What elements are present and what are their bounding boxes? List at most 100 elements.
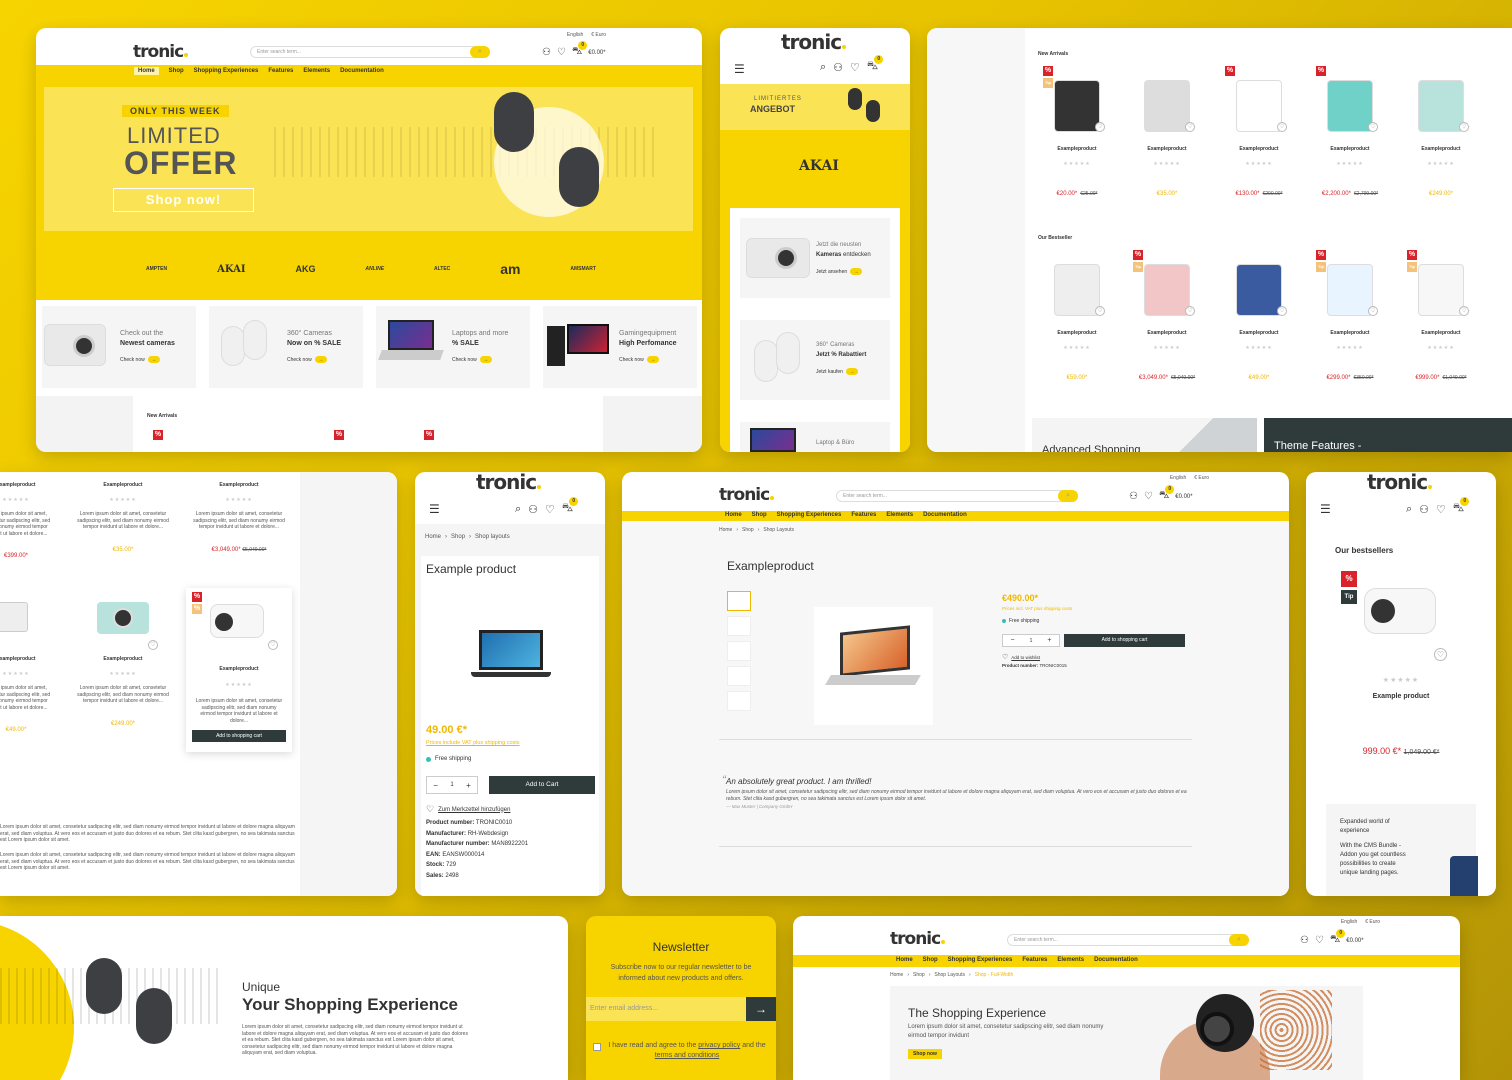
search-input[interactable]: Enter search term... ⌕ <box>836 490 1078 502</box>
product-card[interactable]: Exampleproduct ★★★★★ Lorem ipsum dolor s… <box>190 482 288 553</box>
nav-home[interactable]: Home <box>725 512 742 518</box>
nav-shopping-experiences[interactable]: Shopping Experiences <box>777 512 842 518</box>
breadcrumb-item[interactable]: Shop layouts <box>475 534 510 540</box>
menu-icon[interactable]: ☰ <box>429 502 440 516</box>
cart-icon[interactable]: ⛍ 0 <box>867 55 884 74</box>
brand-logo[interactable]: am <box>500 261 520 277</box>
minus-icon[interactable]: − <box>1011 637 1015 644</box>
account-icon[interactable]: ⚇ <box>1300 935 1309 946</box>
account-icon[interactable]: ⚇ <box>528 503 538 516</box>
product-card[interactable]: ♡ Exampleproduct ★★★★★ €59.00* <box>1031 252 1123 381</box>
thumbnail[interactable] <box>727 641 751 661</box>
account-icon[interactable]: ⚇ <box>1419 503 1429 516</box>
akai-logo[interactable]: AKAI <box>799 158 839 174</box>
brand-logo[interactable]: ANLINE <box>365 266 384 272</box>
cart-icon[interactable]: ⛍ 0 <box>1453 497 1470 516</box>
wishlist-link[interactable]: ♡ Add to wishlist <box>1002 653 1040 661</box>
wishlist-icon[interactable]: ♡ <box>1144 491 1153 502</box>
nav-documentation[interactable]: Documentation <box>340 68 384 74</box>
logo[interactable]: tronic <box>1367 472 1432 494</box>
promo-tile[interactable]: 360° Cameras Jetzt % Rabattiert Jetzt ka… <box>740 320 890 400</box>
currency-select[interactable]: € Euro <box>1194 475 1209 481</box>
search-icon[interactable]: ⌕ <box>1406 503 1412 516</box>
breadcrumb-item[interactable]: Shop <box>451 534 465 540</box>
thumbnail[interactable] <box>727 591 751 611</box>
nav-home[interactable]: Home <box>134 67 159 75</box>
menu-icon[interactable]: ☰ <box>1320 502 1331 516</box>
product-card[interactable]: Exampleproduct ★★★★★ Lorem ipsum dolor s… <box>0 602 56 733</box>
wishlist-icon[interactable]: ♡ <box>1277 306 1287 316</box>
promo-tile[interactable]: Laptop & Büro <box>740 422 890 452</box>
theme-features-banner[interactable]: Theme Features - <box>1264 418 1512 452</box>
add-to-cart-button[interactable]: Add to shopping cart <box>192 730 286 742</box>
search-icon[interactable]: ⌕ <box>820 61 826 74</box>
thumbnail[interactable] <box>727 691 751 711</box>
logo[interactable]: tronic <box>890 929 945 949</box>
product-card[interactable]: ♡ Exampleproduct ★★★★★ €2,200.00* €2,799.00* <box>1304 68 1396 197</box>
privacy-checkbox[interactable] <box>593 1043 601 1051</box>
hero-shop-now-button[interactable]: Shop now! <box>113 188 254 212</box>
logo[interactable]: tronic <box>781 30 846 54</box>
language-select[interactable]: English <box>1341 919 1357 925</box>
breadcrumb-item[interactable]: Shop <box>742 527 754 533</box>
subscribe-button[interactable]: → <box>746 997 776 1021</box>
privacy-link[interactable]: privacy policy <box>698 1042 740 1049</box>
search-icon[interactable]: ⌕ <box>1229 934 1249 946</box>
email-field[interactable]: Enter email address... <box>586 997 746 1021</box>
wishlist-icon[interactable]: ♡ <box>1095 122 1105 132</box>
nav-shop[interactable]: Shop <box>923 957 938 963</box>
product-card[interactable]: ♡ Exampleproduct ★★★★★ €130.00* €200.00* <box>1213 68 1305 197</box>
search-input[interactable]: Enter search term... ⌕ <box>1007 934 1249 946</box>
promo-tile[interactable]: Check out the Newest cameras Check now → <box>42 306 196 388</box>
cart-icon[interactable]: ⛍ 0 <box>1330 929 1346 947</box>
wishlist-icon[interactable]: ♡ <box>1368 122 1378 132</box>
search-icon[interactable]: ⌕ <box>515 503 521 516</box>
nav-elements[interactable]: Elements <box>303 68 330 74</box>
breadcrumb-item[interactable]: Home <box>890 972 903 978</box>
promo-tile[interactable]: 360° Cameras Now on % SALE Check now → <box>209 306 363 388</box>
nav-features[interactable]: Features <box>268 68 293 74</box>
breadcrumb-item[interactable]: Shop <box>913 972 925 978</box>
thumbnail[interactable] <box>727 666 751 686</box>
cart-icon[interactable]: ⛍ 0 <box>572 41 588 59</box>
promo-link[interactable]: Check now → <box>287 356 327 363</box>
wishlist-link[interactable]: ♡ Zum Merkzettel hinzufügen <box>426 804 510 815</box>
wishlist-icon[interactable]: ♡ <box>1095 306 1105 316</box>
vat-note[interactable]: Prices incl. VAT plus shipping costs <box>1002 606 1072 611</box>
wishlist-icon[interactable]: ♡ <box>1315 935 1324 946</box>
nav-features[interactable]: Features <box>851 512 876 518</box>
wishlist-icon[interactable]: ♡ <box>1459 122 1469 132</box>
promo-tile[interactable]: Laptops and more % SALE Check now → <box>376 306 530 388</box>
wishlist-icon[interactable]: ♡ <box>850 61 860 74</box>
product-card-hover[interactable]: % % ♡ Exampleproduct ★★★★★ Lorem ipsum d… <box>186 588 292 752</box>
promo-link[interactable]: Check now → <box>619 356 659 363</box>
nav-home[interactable]: Home <box>896 957 913 963</box>
brand-logo[interactable]: AMPTEN <box>146 266 167 272</box>
promo-tile[interactable]: Jetzt die neusten Kameras entdecken Jetz… <box>740 218 890 298</box>
wishlist-icon[interactable]: ♡ <box>268 640 278 650</box>
breadcrumb-item[interactable]: Shop Layouts <box>763 527 794 533</box>
brand-logo[interactable]: AKG <box>295 264 315 274</box>
wishlist-icon[interactable]: ♡ <box>1368 306 1378 316</box>
wishlist-icon[interactable]: ♡ <box>545 503 555 516</box>
advanced-shopping-banner[interactable]: Advanced Shopping <box>1032 418 1257 452</box>
cart-icon[interactable]: ⛍ 0 <box>1159 485 1175 503</box>
logo[interactable]: tronic <box>476 472 541 494</box>
promo-link[interactable]: Check now → <box>120 356 160 363</box>
breadcrumb-item[interactable]: Home <box>425 534 441 540</box>
nav-documentation[interactable]: Documentation <box>923 512 967 518</box>
thumbnail[interactable] <box>727 616 751 636</box>
currency-select[interactable]: € Euro <box>591 32 606 38</box>
nav-elements[interactable]: Elements <box>1057 957 1084 963</box>
logo[interactable]: tronic <box>719 485 774 505</box>
product-card[interactable]: Exampleproduct ★★★★★ Lorem ipsum dolor s… <box>74 482 172 553</box>
brand-logo[interactable]: AKAI <box>217 264 245 275</box>
promo-link[interactable]: Jetzt ansehen → <box>816 268 863 275</box>
promo-link[interactable]: Jetzt kaufen → <box>816 368 858 375</box>
nav-documentation[interactable]: Documentation <box>1094 957 1138 963</box>
product-card[interactable]: ♡ Exampleproduct ★★★★★ €249.00* <box>1395 68 1487 197</box>
search-icon[interactable]: ⌕ <box>1058 490 1078 502</box>
plus-icon[interactable]: + <box>1047 637 1051 644</box>
account-icon[interactable]: ⚇ <box>833 61 843 74</box>
currency-select[interactable]: € Euro <box>1365 919 1380 925</box>
